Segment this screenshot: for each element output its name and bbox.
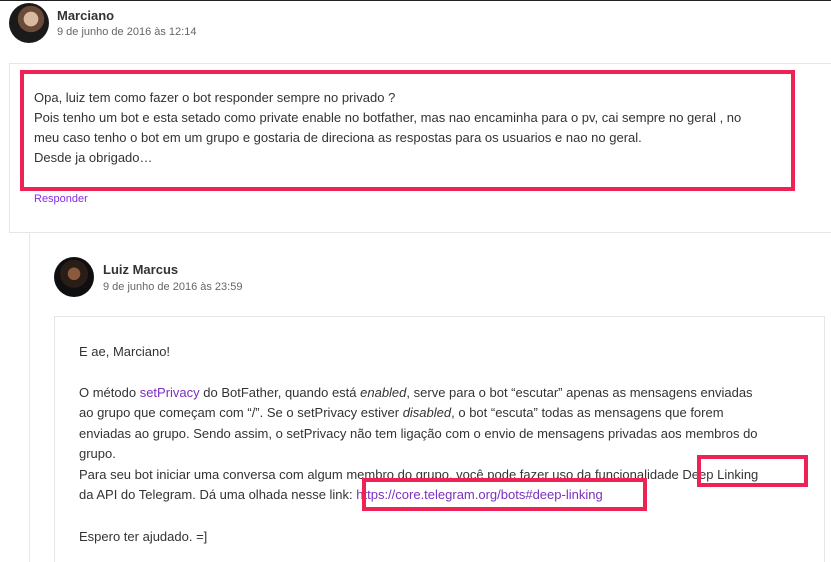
avatar[interactable] xyxy=(9,3,49,43)
top-border xyxy=(0,0,831,1)
comment-paragraph-line: enviadas ao grupo. Sendo assim, o setPri… xyxy=(79,426,758,441)
comment-paragraph-line: O método setPrivacy do BotFather, quando… xyxy=(79,385,753,400)
comment-date[interactable]: 9 de junho de 2016 às 12:14 xyxy=(57,26,196,38)
setprivacy-link[interactable]: setPrivacy xyxy=(140,385,200,400)
comment-author[interactable]: Marciano xyxy=(57,8,114,23)
annotation-highlight-deep-linking xyxy=(697,455,808,487)
comment-date[interactable]: 9 de junho de 2016 às 23:59 xyxy=(103,281,242,293)
comment-greeting: E ae, Marciano! xyxy=(79,344,171,359)
comment-closing: Espero ter ajudado. =] xyxy=(79,529,208,544)
annotation-highlight-question xyxy=(20,70,795,191)
reply-link[interactable]: Responder xyxy=(34,193,88,205)
comment-paragraph-line: grupo. xyxy=(79,446,116,461)
thread-line xyxy=(29,233,30,562)
comment-paragraph-line: ao grupo que começam com “/”. Se o setPr… xyxy=(79,405,724,420)
comment-author[interactable]: Luiz Marcus xyxy=(103,262,178,277)
avatar[interactable] xyxy=(54,257,94,297)
annotation-highlight-url xyxy=(362,478,647,511)
